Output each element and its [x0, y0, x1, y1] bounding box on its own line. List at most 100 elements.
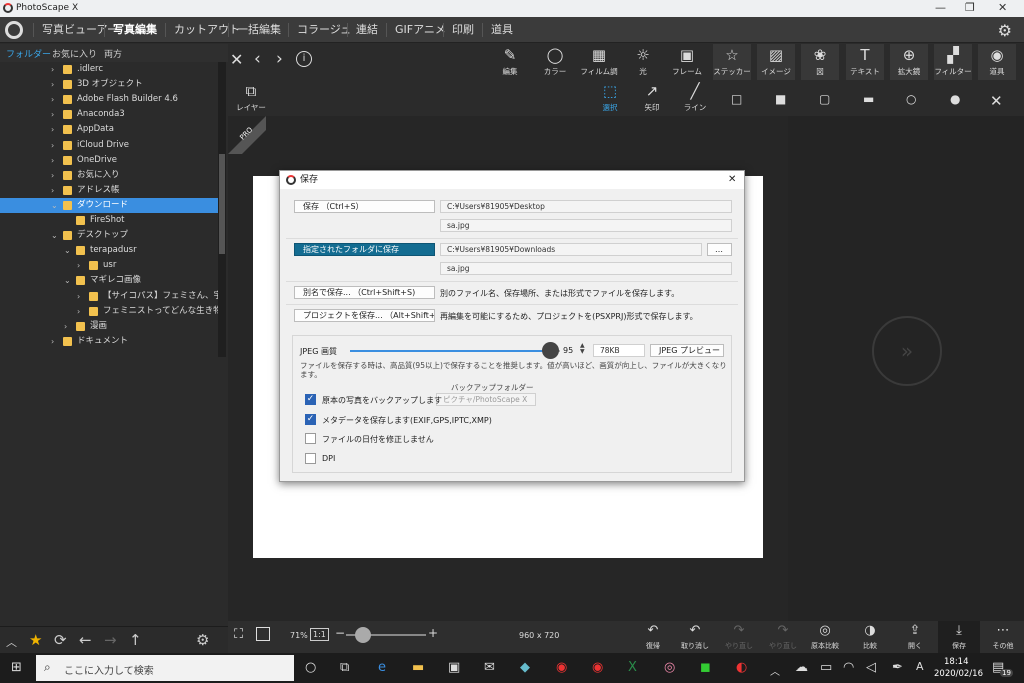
backup-folder-field[interactable]: ピクチャ/PhotoScape X [436, 393, 536, 406]
mail-icon[interactable]: ✉ [484, 660, 495, 675]
settings-gear-icon[interactable]: ⚙ [998, 21, 1012, 40]
tool-button[interactable]: ▣ フレーム [668, 44, 706, 80]
tree-item[interactable]: › 【サイコパス】フェミさん、宇崎ち [0, 289, 218, 304]
chevron-right-icon[interactable]: › [51, 183, 54, 198]
chevron-right-icon[interactable]: › [51, 334, 54, 349]
sub-tool-button[interactable]: ↗ 矢印 [633, 80, 671, 116]
tree-item[interactable]: › usr [0, 258, 218, 273]
crop-icon[interactable]: ⛶ [234, 627, 243, 642]
battery-icon[interactable]: ▭ [820, 660, 832, 675]
tray-up-icon[interactable]: ︿ [770, 663, 780, 678]
quality-stepper-icon[interactable]: ▲ ▼ [580, 343, 585, 355]
tab-folder[interactable]: フォルダー [6, 47, 51, 60]
tree-item[interactable]: › 漫画 [0, 319, 218, 334]
chevron-right-icon[interactable]: › [51, 122, 54, 137]
menu-print[interactable]: 印刷 [443, 23, 482, 37]
minimize-button[interactable]: — [935, 1, 946, 14]
photoscape-taskbar-icon[interactable]: ◐ [736, 660, 747, 675]
tree-item[interactable]: › iCloud Drive [0, 138, 218, 153]
tree-item[interactable]: › お気に入り [0, 168, 218, 183]
tree-item[interactable]: ⌄ デスクトップ [0, 228, 218, 243]
actual-size-button[interactable]: 1:1 [310, 628, 329, 641]
windows-start-icon[interactable]: ⊞ [11, 660, 22, 675]
folder-path-field[interactable]: C:¥Users¥81905¥Downloads [440, 243, 702, 256]
option-checkbox[interactable] [305, 433, 316, 444]
taskbar-search[interactable]: ⌕ ここに入力して検索 [36, 655, 294, 681]
chevron-down-icon[interactable]: ⌄ [51, 198, 58, 213]
bottom-action-button[interactable]: ⇪ 開く [894, 621, 936, 653]
onedrive-icon[interactable]: ☁ [795, 660, 808, 675]
tool-button[interactable]: ❀ 図 [801, 44, 839, 80]
scroll-thumb[interactable] [219, 154, 225, 254]
shape-button[interactable]: ○ [906, 92, 916, 106]
menu-tools[interactable]: 道具 [482, 23, 521, 37]
shape-button[interactable]: ● [950, 92, 960, 106]
zoom-out-button[interactable]: − [335, 626, 345, 640]
tool-button[interactable]: ⊕ 拡大鏡 [890, 44, 928, 80]
tree-item[interactable]: › フェミニストってどんな生き物？ [0, 304, 218, 319]
tool-button[interactable]: ◯ カラー [536, 44, 574, 80]
sub-tool-button[interactable]: ╱ ライン [676, 80, 714, 116]
tree-item[interactable]: › アドレス帳 [0, 183, 218, 198]
shape-button[interactable]: ▢ [819, 92, 830, 106]
dialog-close-button[interactable]: ✕ [728, 171, 736, 189]
line-icon[interactable]: ◼ [700, 660, 711, 675]
close-window-button[interactable]: ✕ [998, 1, 1007, 14]
bottom-action-button[interactable]: ⋯ その他 [982, 621, 1024, 653]
bottom-action-button[interactable]: ↶ 復帰 [632, 621, 674, 653]
tree-item[interactable]: › Anaconda3 [0, 107, 218, 122]
jpeg-preview-button[interactable]: JPEG プレビュー [650, 344, 724, 357]
save-button[interactable]: 保存 （Ctrl+S） [294, 200, 435, 213]
maximize-button[interactable]: ❐ [965, 1, 975, 14]
edge-icon[interactable]: e [378, 660, 386, 675]
tree-item[interactable]: › Adobe Flash Builder 4.6 [0, 92, 218, 107]
up-arrow-icon[interactable]: ↑ [129, 631, 142, 649]
close-editor-icon[interactable]: ✕ [230, 50, 243, 69]
tree-item[interactable]: › AppData [0, 122, 218, 137]
back-arrow-icon[interactable]: ← [79, 631, 92, 649]
chevron-right-icon[interactable]: › [77, 258, 80, 273]
shape-button[interactable]: ■ [775, 92, 786, 106]
chevron-right-icon[interactable]: › [51, 62, 54, 77]
bottom-action-button[interactable]: ↷ やり直し [718, 621, 760, 653]
bottom-action-button[interactable]: ⤓ 保存 [938, 621, 980, 653]
save-to-folder-button[interactable]: 指定されたフォルダに保存 [294, 243, 435, 256]
chevron-right-icon[interactable]: › [51, 138, 54, 153]
zoom-in-button[interactable]: + [428, 626, 438, 640]
tree-item[interactable]: › .idlerc [0, 62, 218, 77]
info-icon[interactable]: i [296, 51, 312, 67]
menu-photo-editor[interactable]: 写真編集 [104, 23, 165, 37]
chevron-down-icon[interactable]: ⌄ [64, 273, 71, 288]
explorer-icon[interactable]: ▬ [412, 660, 424, 675]
bottom-action-button[interactable]: ◑ 比較 [849, 621, 891, 653]
tab-favorites[interactable]: お気に入り [52, 47, 97, 60]
tool-button[interactable]: ▞ フィルター [934, 44, 972, 80]
tool-button[interactable]: T テキスト [846, 44, 884, 80]
quality-slider-knob[interactable] [541, 342, 559, 359]
task-view-icon[interactable]: ⧉ [340, 660, 349, 675]
option-checkbox[interactable]: ✓ [305, 394, 316, 405]
chevron-right-icon[interactable]: › [64, 319, 67, 334]
ime-indicator[interactable]: A [916, 660, 924, 673]
volume-icon[interactable]: ◁ [866, 660, 876, 675]
star-icon[interactable]: ★ [29, 631, 42, 649]
prev-image-icon[interactable]: ‹ [254, 49, 261, 69]
save-project-button[interactable]: プロジェクトを保存... （Alt+Shift+S) [294, 309, 435, 322]
chevron-right-icon[interactable]: › [51, 107, 54, 122]
menu-combine[interactable]: 連結 [347, 23, 386, 37]
next-image-icon[interactable]: › [276, 49, 283, 69]
bottom-action-button[interactable]: ↷ やり直し [762, 621, 804, 653]
cortana-icon[interactable]: ○ [305, 660, 316, 675]
tree-item[interactable]: ⌄ マギレコ画像 [0, 273, 218, 288]
sub-tool-button[interactable]: ⬚ 選択 [591, 80, 629, 116]
shape-button[interactable]: ✕ [990, 92, 1003, 110]
save-as-button[interactable]: 別名で保存... （Ctrl+Shift+S) [294, 286, 435, 299]
chevron-down-icon[interactable]: ⌄ [64, 243, 71, 258]
bottom-action-button[interactable]: ◎ 原本比較 [804, 621, 846, 653]
tool-button[interactable]: ☆ ステッカー [713, 44, 751, 80]
tree-item[interactable]: FireShot [0, 213, 218, 228]
app-icon[interactable]: ◆ [520, 660, 530, 675]
tool-button[interactable]: ✎ 編集 [491, 44, 529, 80]
tool-button[interactable]: ▦ フィルム調 [580, 44, 618, 80]
wifi-icon[interactable]: ◠ [843, 660, 854, 675]
